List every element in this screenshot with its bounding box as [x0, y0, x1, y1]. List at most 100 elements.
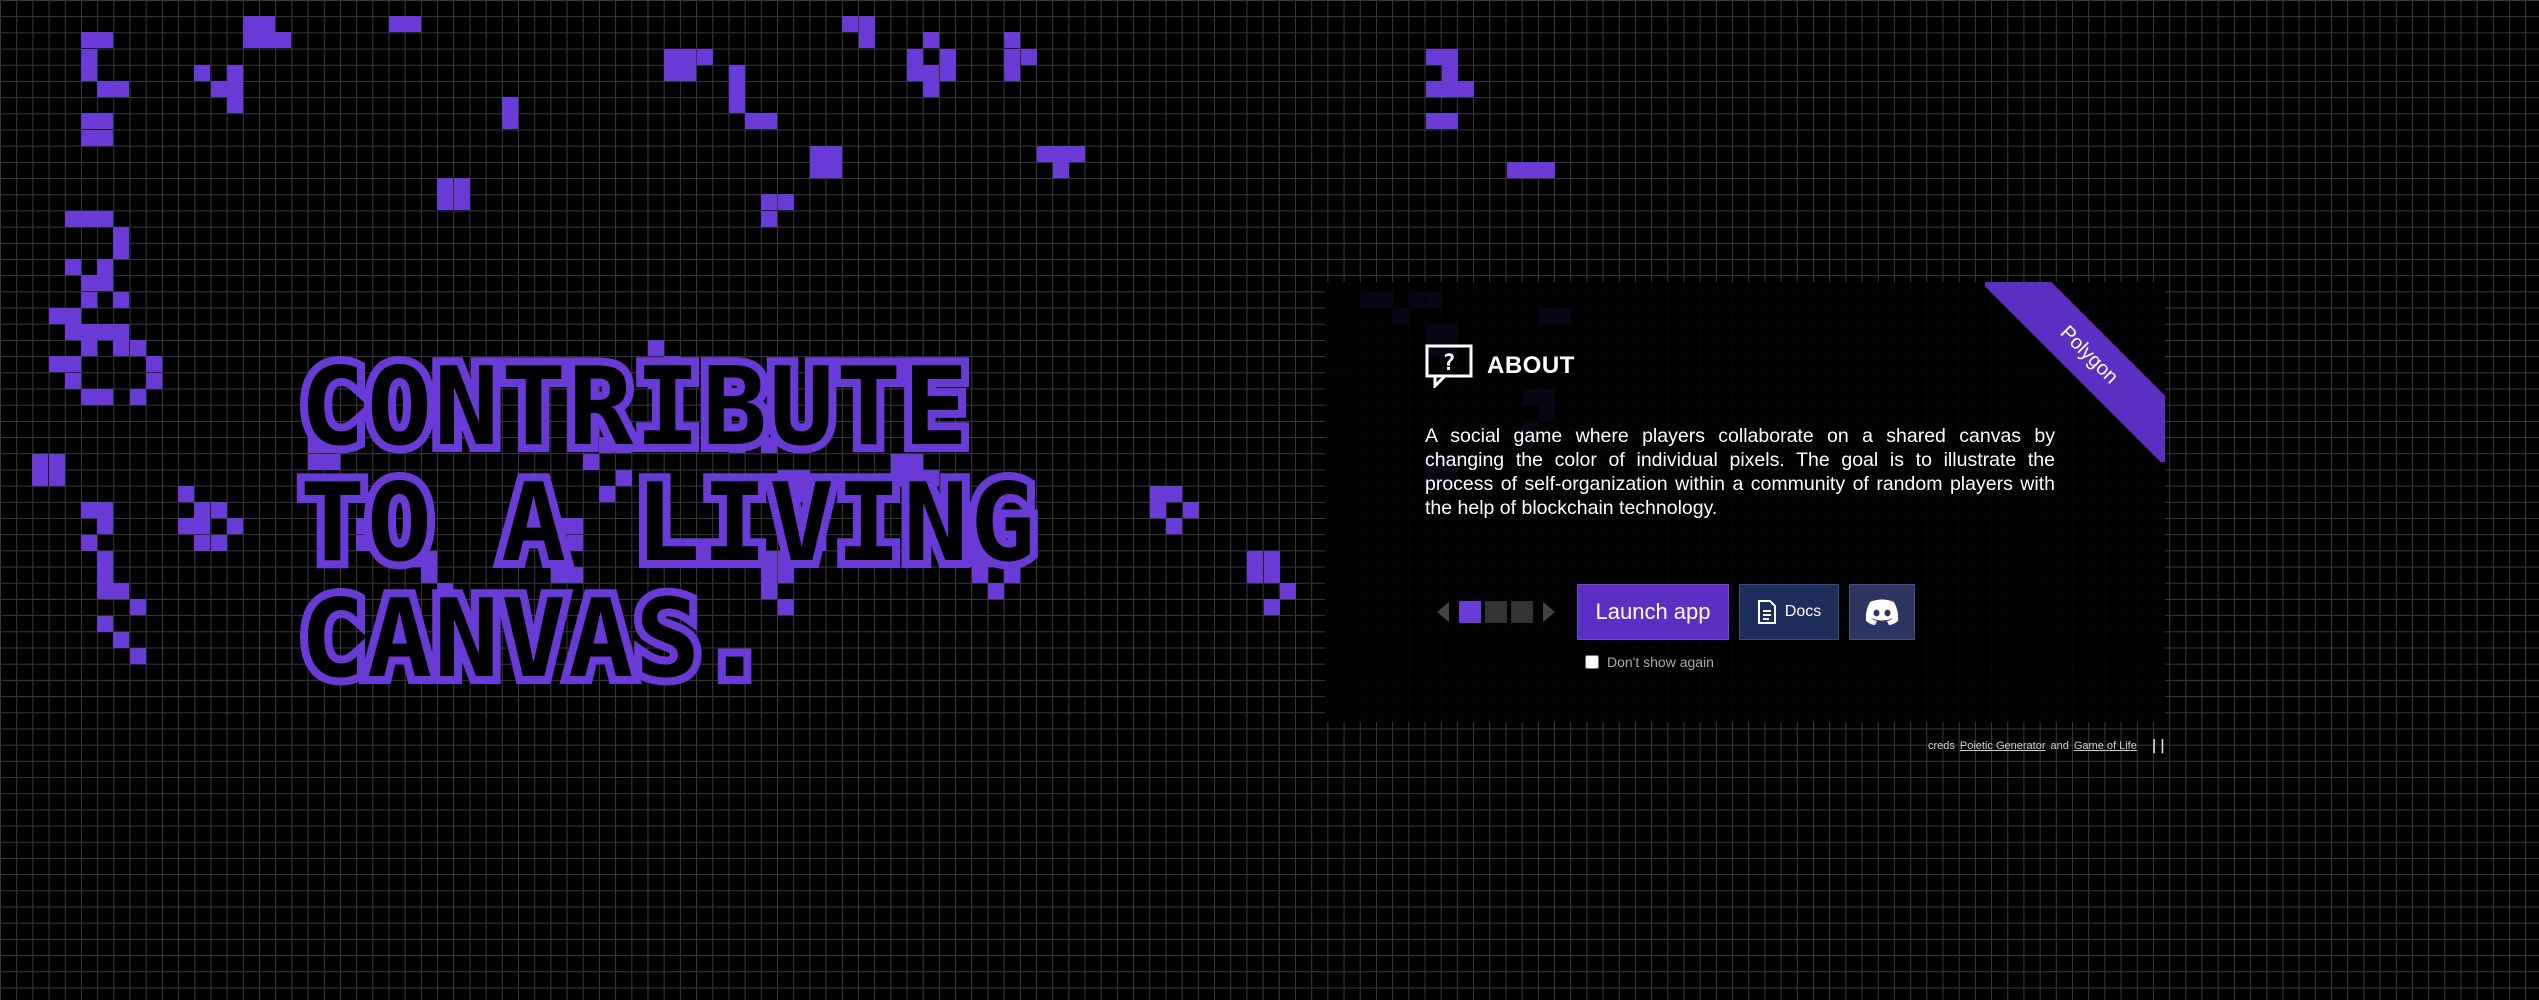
live-pixel	[129, 648, 146, 664]
live-pixel	[97, 210, 114, 227]
live-pixel	[81, 388, 97, 405]
live-pixel	[1425, 48, 1442, 65]
dont-show-again-checkbox[interactable]	[1585, 655, 1599, 669]
live-pixel	[1263, 599, 1280, 616]
live-pixel	[97, 324, 114, 340]
live-pixel	[81, 502, 97, 519]
action-bar: Launch app Docs	[1437, 584, 1915, 640]
live-pixel	[113, 291, 130, 308]
creds-prefix: creds	[1928, 740, 1955, 752]
live-pixel	[745, 113, 762, 130]
slide-dot-1[interactable]	[1459, 601, 1481, 623]
live-pixel	[113, 226, 130, 243]
live-pixel	[81, 340, 97, 357]
live-pixel	[64, 356, 81, 373]
live-pixel	[97, 550, 114, 567]
live-pixel	[810, 145, 826, 162]
live-pixel	[113, 631, 130, 648]
about-modal: Polygon ? ABOUT A social game where play…	[1325, 282, 2165, 722]
live-pixel	[907, 48, 924, 65]
about-description: A social game where players collaborate …	[1425, 425, 2055, 519]
live-pixel	[259, 32, 276, 49]
discord-icon	[1865, 599, 1899, 625]
live-pixel	[259, 16, 276, 33]
live-pixel	[858, 32, 875, 49]
slide-indicator	[1459, 601, 1533, 623]
hero-line-3: CANVAS.	[292, 574, 775, 706]
live-pixel	[664, 48, 681, 65]
docs-label: Docs	[1784, 603, 1822, 620]
hero-headline: CONTRIBUTE TO A LIVING CANVAS.	[292, 342, 1043, 706]
live-pixel	[243, 32, 259, 49]
live-pixel	[502, 97, 519, 114]
live-pixel	[226, 81, 243, 97]
live-pixel	[97, 32, 114, 49]
live-pixel	[1539, 162, 1555, 178]
live-pixel	[129, 599, 146, 616]
live-pixel	[48, 307, 65, 324]
live-pixel	[1441, 48, 1458, 65]
slide-dot-2[interactable]	[1485, 601, 1507, 623]
live-pixel	[97, 567, 114, 583]
game-of-life-link[interactable]: Game of Life	[2074, 740, 2137, 752]
live-pixel	[729, 97, 745, 114]
live-pixel	[680, 48, 697, 65]
live-pixel	[113, 81, 130, 97]
pause-button[interactable]: ||	[2150, 738, 2167, 754]
live-pixel	[178, 518, 195, 535]
about-title: ABOUT	[1487, 352, 1575, 379]
live-pixel	[64, 307, 81, 324]
speech-bubble-question-icon: ?	[1425, 344, 1473, 388]
live-pixel	[1263, 567, 1280, 583]
live-pixel	[939, 64, 956, 81]
live-pixel	[210, 81, 227, 97]
live-pixel	[1506, 162, 1523, 178]
live-pixel	[194, 502, 211, 519]
live-pixel	[64, 372, 81, 389]
dont-show-again[interactable]: Don't show again	[1585, 654, 1714, 670]
live-pixel	[1004, 64, 1021, 81]
live-pixel	[243, 16, 259, 33]
live-pixel	[113, 340, 130, 357]
poietic-generator-link[interactable]: Poietic Generator	[1960, 740, 2046, 752]
live-pixel	[826, 162, 843, 178]
live-pixel	[761, 210, 778, 227]
svg-text:?: ?	[1442, 351, 1455, 376]
live-pixel	[48, 356, 65, 373]
live-pixel	[194, 64, 211, 81]
live-pixel	[226, 64, 243, 81]
live-pixel	[81, 129, 97, 146]
live-pixel	[777, 194, 794, 211]
live-pixel	[1263, 550, 1280, 567]
live-pixel	[194, 518, 211, 535]
live-pixel	[81, 210, 97, 227]
live-pixel	[1441, 64, 1458, 81]
live-pixel	[1441, 113, 1458, 130]
live-pixel	[129, 340, 146, 357]
live-pixel	[761, 113, 778, 130]
live-pixel	[761, 194, 778, 211]
live-pixel	[64, 324, 81, 340]
launch-app-label: Launch app	[1595, 599, 1711, 624]
live-pixel	[145, 356, 162, 373]
live-pixel	[1425, 81, 1442, 97]
live-pixel	[97, 583, 114, 600]
live-pixel	[32, 469, 49, 486]
live-pixel	[923, 32, 940, 49]
live-pixel	[1182, 502, 1199, 519]
live-pixel	[48, 453, 65, 470]
live-pixel	[388, 16, 405, 33]
live-pixel	[1004, 32, 1021, 49]
prev-slide-icon[interactable]	[1437, 602, 1449, 622]
about-header: ? ABOUT	[1425, 344, 1575, 388]
live-pixel	[842, 16, 859, 33]
docs-button[interactable]: Docs	[1739, 584, 1839, 640]
live-pixel	[113, 324, 130, 340]
live-pixel	[97, 388, 114, 405]
live-pixel	[1458, 81, 1474, 97]
next-slide-icon[interactable]	[1543, 602, 1555, 622]
slide-dot-3[interactable]	[1511, 601, 1533, 623]
live-pixel	[826, 145, 843, 162]
discord-button[interactable]	[1849, 584, 1915, 640]
launch-app-button[interactable]: Launch app	[1577, 584, 1729, 640]
